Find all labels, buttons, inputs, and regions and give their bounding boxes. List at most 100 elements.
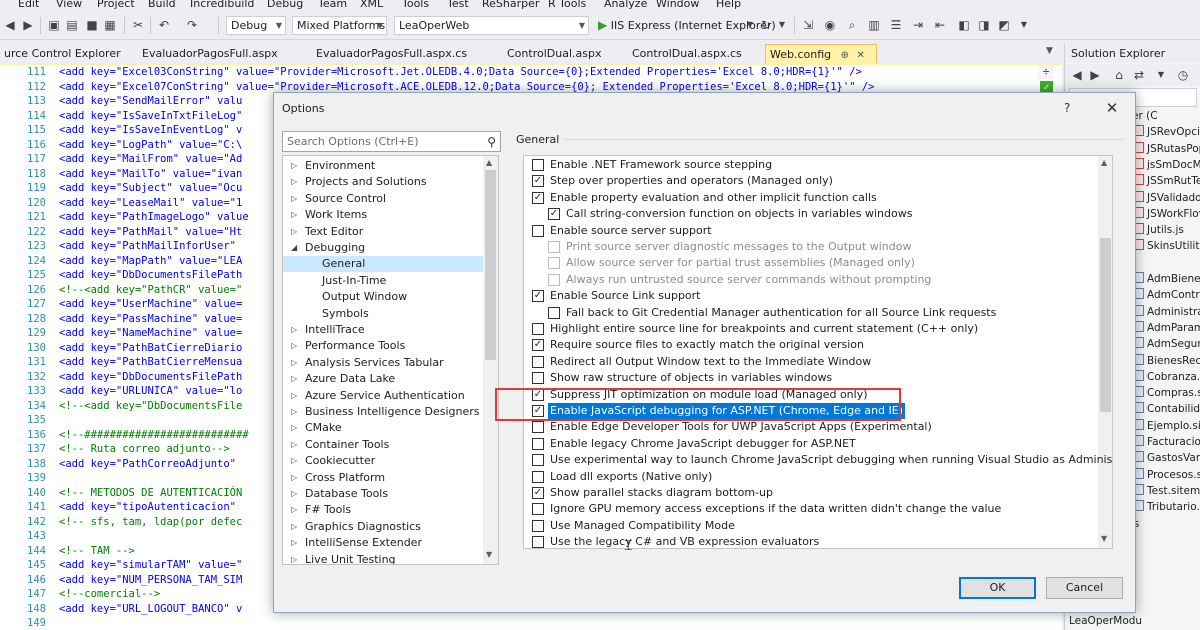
code-line[interactable]: <add key="PathMail" value="Ht: [59, 226, 242, 238]
code-line[interactable]: <add key="NameMachine" value=: [59, 327, 242, 339]
tree-item-debugging[interactable]: ◢ Debugging: [283, 240, 483, 256]
tree-item-azure-service-authentication[interactable]: ▷ Azure Service Authentication: [283, 388, 483, 404]
cut-icon[interactable]: ✂: [130, 17, 146, 33]
collapsed-arrow-icon[interactable]: ▷: [291, 437, 297, 453]
collapsed-arrow-icon[interactable]: ▷: [291, 191, 297, 207]
checkbox-unchecked[interactable]: [532, 536, 544, 548]
code-line[interactable]: <add key="URL_LOGOUT_BANCO" v: [59, 603, 242, 615]
tree-item-container-tools[interactable]: ▷ Container Tools: [283, 437, 483, 453]
code-line[interactable]: <add key="LeaseMail" value="1: [59, 197, 242, 209]
tree-item-intellitrace[interactable]: ▷ IntelliTrace: [283, 322, 483, 338]
code-line[interactable]: <add key="tipoAutenticacion": [59, 501, 242, 513]
code-line[interactable]: <add key="MapPath" value="LEA: [59, 255, 242, 267]
solution-explorer-item[interactable]: Contabilid: [1135, 401, 1200, 417]
checkbox-unchecked[interactable]: [548, 306, 560, 319]
menu-r-tools[interactable]: R Tools: [548, 0, 586, 10]
code-line[interactable]: <add key="IsSaveInEventLog" v: [59, 124, 242, 136]
code-line[interactable]: <add key="NUM_PERSONA_TAM_SIM: [59, 574, 242, 586]
tree-item-performance-tools[interactable]: ▷ Performance Tools: [283, 338, 483, 354]
solution-explorer-item[interactable]: GastosVaric: [1135, 450, 1200, 466]
code-line[interactable]: <add key="PathBatCierreMensua: [59, 356, 242, 368]
menu-tools[interactable]: Tools: [402, 0, 429, 10]
new-project-icon[interactable]: ▣: [46, 17, 62, 33]
tree-item-general[interactable]: General: [283, 256, 483, 273]
checkbox-unchecked[interactable]: [532, 421, 544, 434]
scroll-up-icon[interactable]: ▲: [1101, 158, 1107, 167]
code-line[interactable]: <add key="SendMailError" valu: [59, 95, 242, 107]
code-line[interactable]: <!--<add key="DbDocumentsFile: [59, 400, 242, 412]
collapsed-arrow-icon[interactable]: ▷: [291, 371, 297, 387]
bookmark-prev-icon[interactable]: ◧: [956, 17, 972, 33]
tree-item-symbols[interactable]: Symbols: [283, 306, 483, 322]
tree-item-projects-and-solutions[interactable]: ▷ Projects and Solutions: [283, 174, 483, 190]
tab-source-control-explorer[interactable]: urce Control Explorer: [0, 44, 121, 63]
code-line[interactable]: <add key="Excel03ConString" value="Provi…: [59, 66, 862, 78]
checkbox-checked[interactable]: ✓: [532, 191, 544, 204]
step-icon[interactable]: ⇲: [800, 17, 816, 33]
tree-item-just-in-time[interactable]: Just-In-Time: [283, 273, 483, 289]
collapsed-arrow-icon[interactable]: ▷: [291, 486, 297, 502]
expanded-arrow-icon[interactable]: ◢: [291, 240, 297, 256]
tree-item-source-control[interactable]: ▷ Source Control: [283, 191, 483, 207]
code-line[interactable]: <add key="MailTo" value="ivan: [59, 168, 242, 180]
solution-explorer-item[interactable]: Jutils.js: [1135, 222, 1184, 238]
code-line[interactable]: <add key="PathMailInforUser": [59, 240, 242, 252]
options-scrollbar[interactable]: ▲ ▼: [1098, 156, 1112, 548]
code-line[interactable]: <!-- sfs, tam, ldap(por defec: [59, 516, 242, 528]
split-editor-icon[interactable]: ÷: [1038, 65, 1054, 79]
solution-explorer-item[interactable]: AdmParam: [1135, 320, 1200, 336]
tab-controldual-aspx-cs[interactable]: ControlDual.aspx.cs: [628, 44, 742, 63]
configuration-dropdown[interactable]: Debug ▼: [226, 16, 286, 35]
code-line[interactable]: <add key="Excel07ConString" value="Provi…: [59, 81, 874, 93]
code-line[interactable]: <!-- METODOS DE AUTENTICACIÓN: [59, 487, 242, 499]
options-category-tree[interactable]: ▲ ▼ ▷ Environment ▷ Projects and Solutions ▷…: [282, 155, 499, 565]
solution-explorer-item[interactable]: Tributario.s: [1135, 499, 1200, 515]
chevron-down-icon[interactable]: ▼: [1016, 17, 1032, 33]
comment-icon[interactable]: ☰: [888, 17, 904, 33]
outdent-icon[interactable]: ⇤: [932, 17, 948, 33]
bookmark-next-icon[interactable]: ◨: [976, 17, 992, 33]
solution-explorer-item[interactable]: JSValidador: [1135, 190, 1200, 206]
redo-icon[interactable]: ↷: [184, 17, 200, 33]
collapsed-arrow-icon[interactable]: ▷: [291, 420, 297, 436]
save-icon[interactable]: ■: [84, 17, 100, 33]
code-line[interactable]: <add key="MailFrom" value="Ad: [59, 153, 242, 165]
collapsed-arrow-icon[interactable]: ▷: [291, 355, 297, 371]
code-line[interactable]: <!--comercial-->: [59, 588, 160, 600]
indent-icon[interactable]: ⇥: [910, 17, 926, 33]
solution-explorer-item[interactable]: Facturacior: [1135, 434, 1200, 450]
help-button[interactable]: ?: [1064, 101, 1070, 115]
menu-edit[interactable]: Edit: [18, 0, 39, 10]
forward-icon[interactable]: ▶: [20, 17, 36, 33]
collapsed-arrow-icon[interactable]: ▷: [291, 224, 297, 240]
tree-scrollbar[interactable]: ▲ ▼: [483, 156, 498, 564]
solution-explorer-item[interactable]: Administra: [1135, 304, 1200, 320]
menu-xml[interactable]: XML: [360, 0, 383, 10]
code-line[interactable]: <!-- TAM -->: [59, 545, 135, 557]
tab-overflow-icon[interactable]: ▼: [1046, 46, 1053, 56]
collapsed-arrow-icon[interactable]: ▷: [291, 404, 297, 420]
scroll-up-icon[interactable]: ▲: [486, 158, 492, 167]
tab-controldual-aspx[interactable]: ControlDual.aspx: [503, 44, 601, 63]
bookmark-clear-icon[interactable]: ◩: [996, 17, 1012, 33]
history-icon[interactable]: ◷: [1175, 67, 1191, 83]
tree-item-text-editor[interactable]: ▷ Text Editor: [283, 224, 483, 240]
checkbox-unchecked[interactable]: [532, 519, 544, 532]
tree-item-environment[interactable]: ▷ Environment: [283, 158, 483, 174]
code-line[interactable]: <add key="PathCorreoAdjunto": [59, 458, 242, 470]
checkbox-unchecked[interactable]: [532, 159, 544, 171]
tree-item-azure-data-lake[interactable]: ▷ Azure Data Lake: [283, 371, 483, 387]
tree-item-business-intelligence-designers[interactable]: ▷ Business Intelligence Designers: [283, 404, 483, 420]
code-line[interactable]: <add key="IsSaveInTxtFileLog": [59, 110, 242, 122]
tab-evaluadorpagosfull-aspx[interactable]: EvaluadorPagosFull.aspx: [138, 44, 278, 63]
menu-help[interactable]: Help: [716, 0, 741, 10]
solution-explorer-item[interactable]: Test.sitema: [1135, 483, 1200, 499]
code-line[interactable]: <add key="LogPath" value="C:\: [59, 139, 242, 151]
solution-explorer-item[interactable]: Procesos.si: [1135, 467, 1200, 483]
find-icon[interactable]: ⌕: [844, 17, 860, 33]
solution-explorer-item[interactable]: Compras.sit: [1135, 385, 1200, 401]
checkbox-checked[interactable]: ✓: [548, 208, 560, 221]
collapsed-arrow-icon[interactable]: ▷: [291, 207, 297, 223]
tab-web-config[interactable]: Web.config ⊕ ✕: [765, 44, 877, 63]
bookmark-icon[interactable]: ▥: [866, 17, 882, 33]
